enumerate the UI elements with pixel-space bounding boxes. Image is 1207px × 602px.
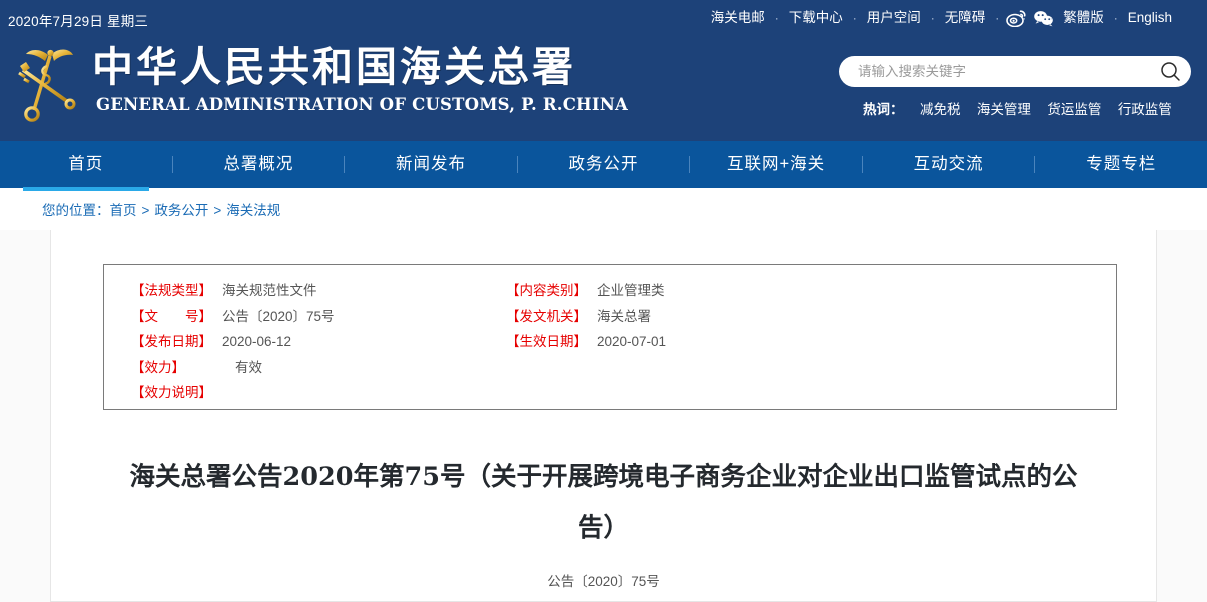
wechat-icon[interactable] xyxy=(1027,9,1054,27)
search-input[interactable] xyxy=(856,57,1151,86)
breadcrumb: 您的位置：首页 > 政务公开 > 海关法规 xyxy=(42,199,280,219)
search-icon xyxy=(1158,62,1183,87)
customs-emblem-icon xyxy=(10,44,84,126)
top-link-user-space[interactable]: 用户空间 xyxy=(858,9,930,27)
main-navigation: 首页 总署概况 新闻发布 政务公开 互联网+海关 互动交流 专题专栏 xyxy=(0,141,1207,188)
top-utility-bar: 2020年7月29日 星期三 海关电邮 · 下载中心 · 用户空间 · 无障碍 … xyxy=(0,0,1207,38)
search-area: 热词： 减免税 海关管理 货运监管 行政监管 xyxy=(839,56,1191,119)
breadcrumb-item-government-affairs[interactable]: 政务公开 xyxy=(154,203,208,218)
weibo-icon[interactable] xyxy=(1000,9,1026,27)
nav-item-interaction[interactable]: 互动交流 xyxy=(863,141,1035,188)
search-button[interactable] xyxy=(1158,59,1183,84)
site-logo[interactable]: 中华人民共和国海关总署 GENERAL ADMINISTRATION OF CU… xyxy=(10,40,628,126)
breadcrumb-bar: 您的位置：首页 > 政务公开 > 海关法规 xyxy=(0,188,1207,230)
watermark-layer: 海关总署 xyxy=(0,230,1207,602)
hot-words: 热词： 减免税 海关管理 货运监管 行政监管 xyxy=(839,98,1191,119)
top-link-english[interactable]: English xyxy=(1119,9,1181,27)
nav-item-home[interactable]: 首页 xyxy=(0,141,172,188)
page-background: 【法规类型】 海关规范性文件 【文 号】 公告〔2020〕75号 【发布日期】 … xyxy=(0,230,1207,602)
hot-word-customs-management[interactable]: 海关管理 xyxy=(977,102,1031,117)
top-link-accessibility[interactable]: 无障碍 xyxy=(936,9,995,27)
site-title-en: GENERAL ADMINISTRATION OF CUSTOMS, P. R.… xyxy=(96,95,629,114)
hot-word-admin-supervision[interactable]: 行政监管 xyxy=(1118,102,1172,117)
hot-word-tax-reduction[interactable]: 减免税 xyxy=(920,102,961,117)
nav-item-overview[interactable]: 总署概况 xyxy=(173,141,345,188)
nav-item-government-affairs[interactable]: 政务公开 xyxy=(518,141,690,188)
hot-word-cargo-supervision[interactable]: 货运监管 xyxy=(1047,102,1101,117)
top-link-download-center[interactable]: 下载中心 xyxy=(780,9,852,27)
search-box[interactable] xyxy=(839,56,1191,87)
hot-words-label: 热词： xyxy=(863,102,904,117)
top-links: 海关电邮 · 下载中心 · 用户空间 · 无障碍 · · · 繁體版 · Eng… xyxy=(702,9,1181,27)
breadcrumb-label: 您的位置： xyxy=(42,203,110,218)
site-header: 2020年7月29日 星期三 海关电邮 · 下载中心 · 用户空间 · 无障碍 … xyxy=(0,0,1207,141)
top-link-customs-mail[interactable]: 海关电邮 xyxy=(702,9,774,27)
nav-item-special-topics[interactable]: 专题专栏 xyxy=(1035,141,1207,188)
current-date: 2020年7月29日 星期三 xyxy=(8,14,149,29)
nav-item-internet-plus-customs[interactable]: 互联网+海关 xyxy=(690,141,862,188)
breadcrumb-item-home[interactable]: 首页 xyxy=(110,203,137,218)
breadcrumb-separator: > xyxy=(213,203,222,218)
breadcrumb-separator: > xyxy=(141,203,150,218)
top-link-traditional-chinese[interactable]: 繁體版 xyxy=(1054,9,1113,27)
site-title-cn: 中华人民共和国海关总署 xyxy=(92,43,576,91)
breadcrumb-item-customs-regulations[interactable]: 海关法规 xyxy=(226,203,280,218)
nav-item-news[interactable]: 新闻发布 xyxy=(345,141,517,188)
